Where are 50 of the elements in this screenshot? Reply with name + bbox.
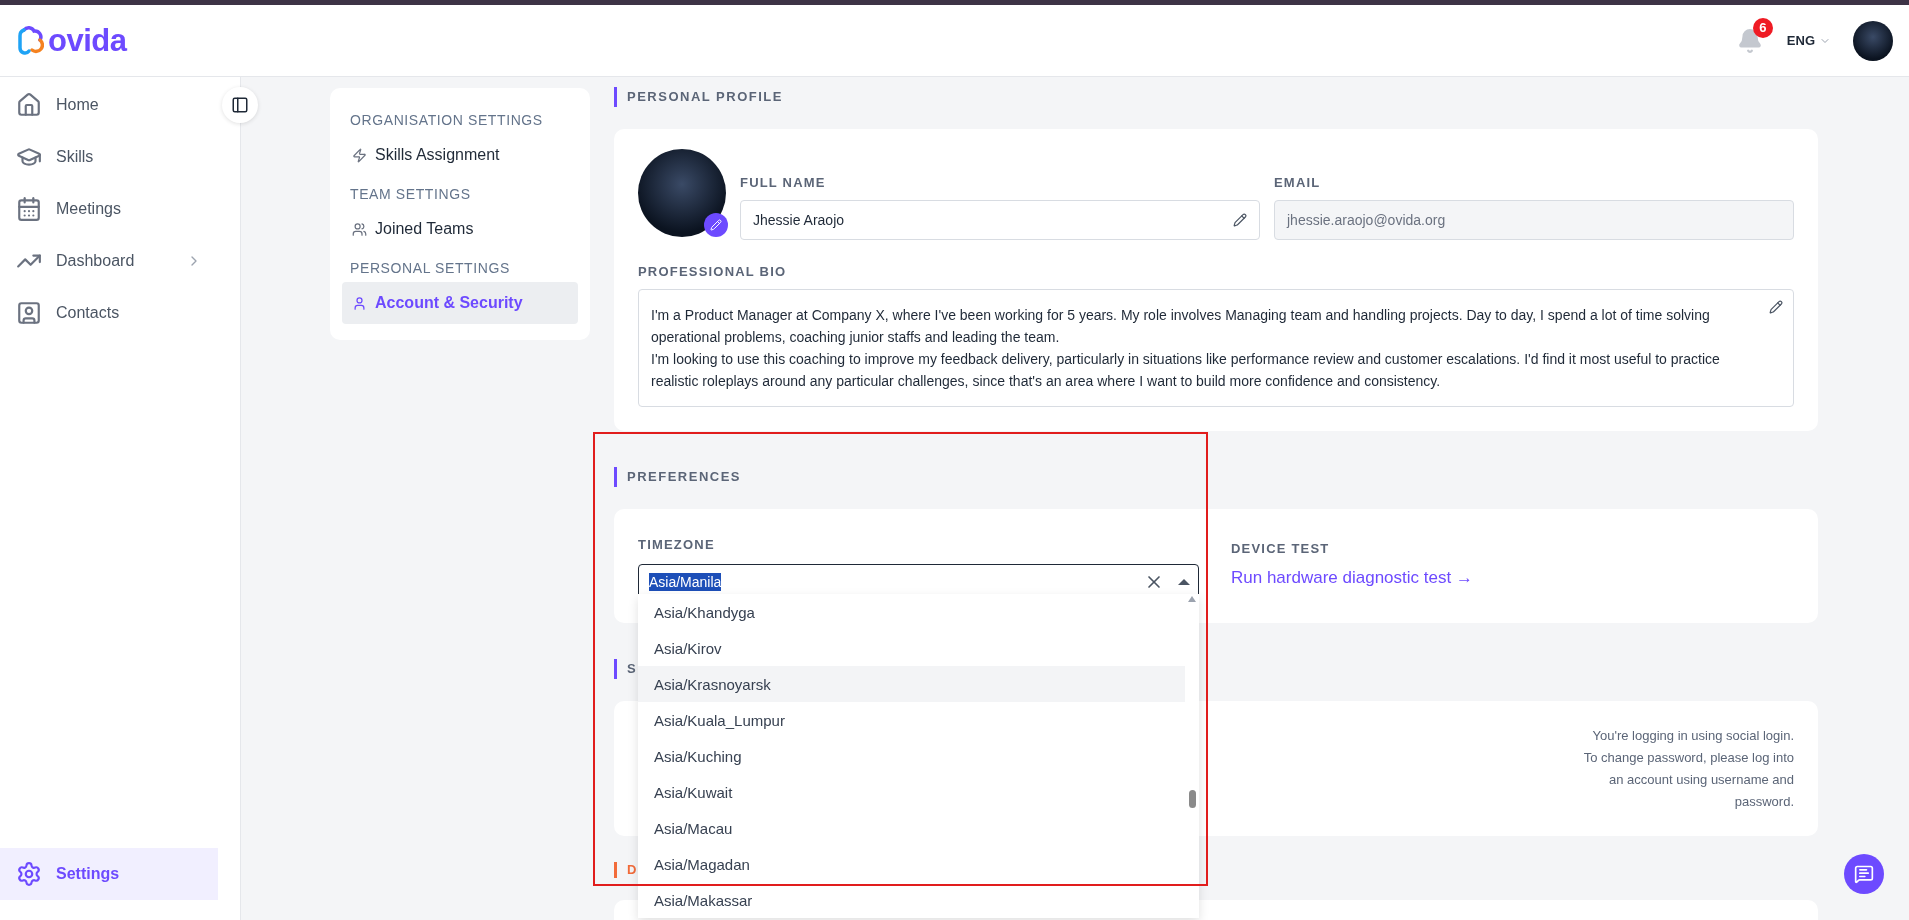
edit-avatar-button[interactable] — [704, 213, 728, 237]
sidebar-item[interactable]: Contacts — [0, 287, 218, 339]
sidebar-item[interactable]: Settings — [0, 848, 218, 900]
sidebar-item[interactable]: Dashboard — [0, 235, 218, 287]
timezone-option[interactable]: Asia/Krasnoyarsk — [638, 666, 1185, 702]
people-icon — [352, 221, 367, 237]
menu-section-title: PERSONAL SETTINGS — [349, 259, 511, 278]
logo-icon — [16, 25, 44, 56]
notification-count: 6 — [1752, 17, 1773, 38]
menu-section-title: TEAM SETTINGS — [349, 185, 472, 204]
settings-menu-item[interactable]: Skills Assignment — [342, 134, 578, 176]
panel-icon — [231, 96, 249, 114]
lightning-icon — [352, 147, 367, 163]
email-field[interactable]: jhessie.araojo@ovida.org — [1274, 200, 1794, 240]
pencil-icon — [1233, 213, 1247, 227]
settings-menu-item[interactable]: Account & Security — [342, 282, 578, 324]
calendar-icon — [16, 196, 42, 222]
sidebar-item[interactable]: Home — [0, 79, 218, 131]
sidebar-item[interactable]: Skills — [0, 131, 218, 183]
message-icon — [1854, 864, 1874, 884]
contact-card-icon — [16, 300, 42, 326]
bio-paragraph: I'm a Product Manager at Company X, where I've been working for 5 years. My role involves Managing team and handling projects. Day to day, I spend a lot of time solving operational problems, coaching junior staffs and leading the team. — [651, 306, 1711, 347]
caret-up-icon — [1178, 578, 1190, 585]
pencil-icon — [1769, 300, 1783, 314]
field-label: TIMEZONE — [638, 537, 716, 552]
field-label: EMAIL — [1274, 175, 1322, 190]
name-field[interactable]: Jhessie Araojo — [740, 200, 1260, 240]
timezone-option[interactable]: Asia/Makassar — [638, 882, 1185, 918]
section-heading: PERSONAL PROFILE — [614, 87, 1818, 107]
sidebar-item[interactable]: Meetings — [0, 183, 218, 235]
scrollbar-thumb[interactable] — [1189, 790, 1196, 808]
field-label: FULL NAME — [740, 175, 827, 190]
social-login-note: You're logging in using social login. To change password, please log into an account using username and password. — [1582, 726, 1794, 811]
chat-button[interactable] — [1844, 854, 1884, 894]
house-icon — [16, 92, 42, 118]
settings-icon — [16, 861, 42, 887]
field-label: PROFESSIONAL BIO — [638, 264, 788, 279]
settings-menu-item[interactable]: Joined Teams — [342, 208, 578, 250]
bio-field[interactable] — [638, 289, 1794, 407]
menu-section-title: ORGANISATION SETTINGS — [349, 111, 544, 130]
bio-paragraph: I'm looking to use this coaching to improve my feedback delivery, particularly in situations like performance review and customer escalations. I'd find it most useful to practice realistic roleplays around any particular challenges, since that's an area where I want to build more confidence and consistency. — [651, 350, 1721, 391]
collapse-sidebar-button[interactable] — [222, 87, 258, 123]
timezone-option[interactable]: Asia/Khandyga — [638, 594, 1185, 630]
field-label: DEVICE TEST — [1231, 541, 1331, 556]
diagnostic-test-link[interactable]: Run hardware diagnostic test → — [1231, 568, 1473, 588]
person-icon — [352, 295, 367, 311]
language-selector[interactable]: ENG — [1786, 33, 1831, 48]
avatar[interactable] — [1853, 20, 1893, 61]
logo-text: ovida — [48, 22, 127, 59]
pencil-icon — [710, 219, 722, 231]
